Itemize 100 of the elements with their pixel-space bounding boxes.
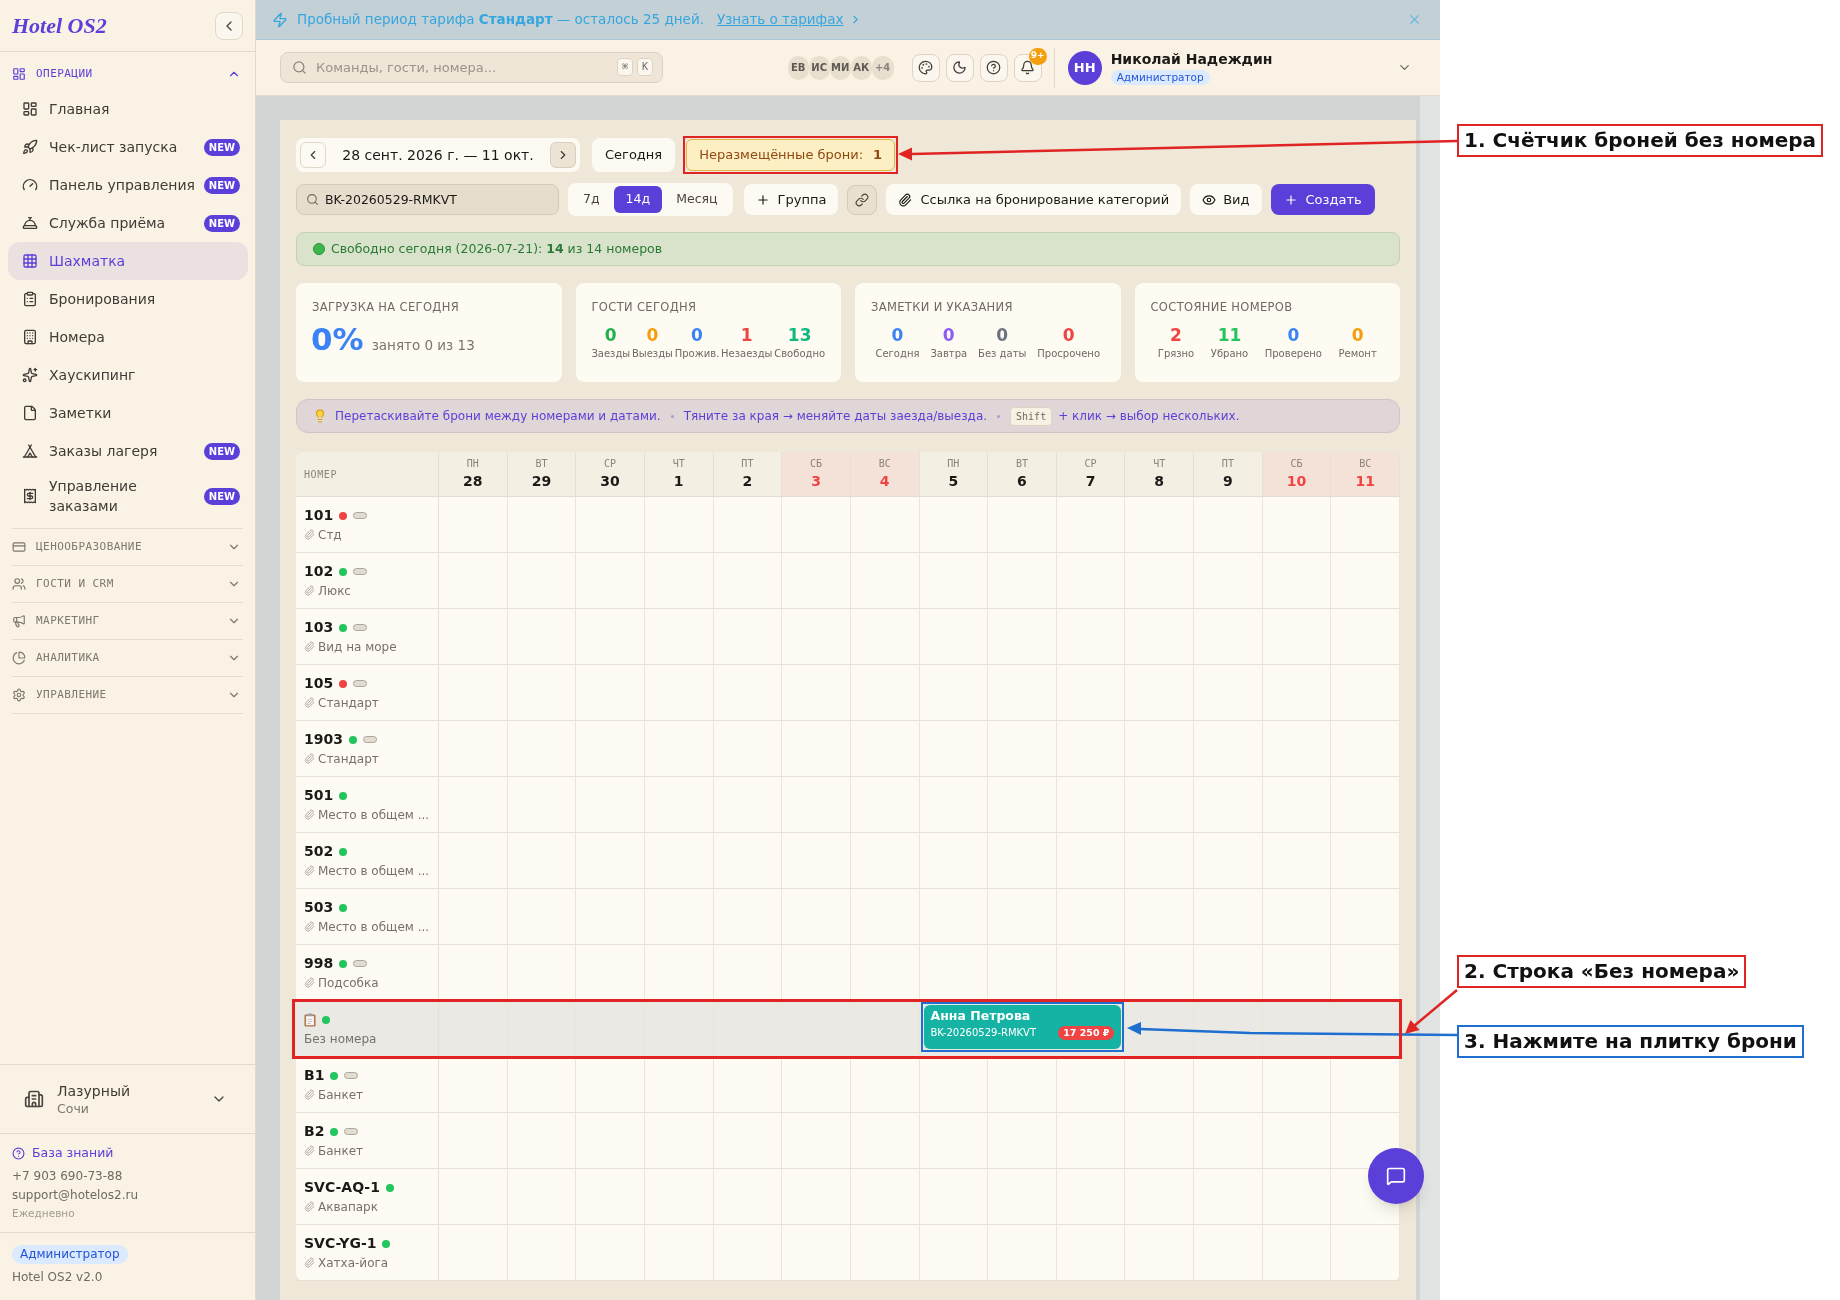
availability-text: Свободно сегодня (2026-07-21): 14 из 14 номеров bbox=[331, 239, 663, 258]
stat-value: 11 bbox=[1217, 325, 1242, 346]
hint-text: Перетаскивайте брони между номерами и датами. bbox=[335, 408, 661, 425]
support-hours: Ежедневно bbox=[12, 1206, 75, 1221]
room-category: Стандарт bbox=[318, 694, 379, 712]
room-number: 101 bbox=[304, 506, 334, 525]
today-button[interactable]: Сегодня bbox=[592, 138, 676, 172]
room-number: 503 bbox=[304, 898, 334, 917]
nav-item[interactable]: Главная bbox=[8, 90, 248, 128]
category-link-button[interactable]: Ссылка на бронирование категорий bbox=[886, 184, 1182, 215]
weekday-label: ПН bbox=[947, 457, 960, 471]
user-role-badge: Администратор bbox=[1110, 70, 1210, 85]
gauge-icon bbox=[22, 177, 38, 193]
weekday-label: ПТ bbox=[1221, 457, 1234, 471]
property-switcher[interactable]: Лазурный Сочи bbox=[0, 1064, 255, 1133]
paperclip-icon bbox=[304, 921, 315, 932]
dashboard-icon bbox=[22, 101, 38, 117]
room-category: Люкс bbox=[318, 582, 351, 600]
section-header[interactable]: ЦЕНООБРАЗОВАНИЕ bbox=[0, 529, 255, 565]
stat-label: Без даты bbox=[978, 347, 1027, 361]
paperclip-icon bbox=[304, 1201, 315, 1212]
link-button[interactable] bbox=[847, 184, 878, 215]
room-category: Вид на море bbox=[318, 638, 397, 656]
booking-search-field[interactable]: BK-20260529-RMKVT bbox=[296, 184, 559, 215]
view-button[interactable]: Вид bbox=[1190, 184, 1262, 215]
chat-icon bbox=[1386, 1166, 1406, 1186]
presence-avatar[interactable]: ИС bbox=[808, 55, 830, 80]
nav-item[interactable]: Хаускипинг bbox=[8, 356, 248, 394]
group-button[interactable]: Группа bbox=[743, 184, 839, 215]
pie-chart-icon bbox=[12, 651, 26, 665]
service-bell-icon bbox=[22, 215, 38, 231]
section-header[interactable]: АНАЛИТИКА bbox=[0, 640, 255, 676]
help-button[interactable] bbox=[979, 53, 1008, 82]
section-header[interactable]: ГОСТИ И CRM bbox=[0, 566, 255, 602]
section-header[interactable]: ОПЕРАЦИИ bbox=[0, 58, 255, 90]
new-badge: NEW bbox=[203, 487, 240, 505]
nav-item[interactable]: Панель управления NEW bbox=[8, 166, 248, 204]
room-number: B2 bbox=[304, 1122, 325, 1141]
day-number: 5 bbox=[948, 472, 959, 491]
room-number: 502 bbox=[304, 842, 334, 861]
callout-label: 2. Строка «Без номера» bbox=[1457, 955, 1747, 988]
nav-item[interactable]: Номера bbox=[8, 318, 248, 356]
room-category: Место в общем ... bbox=[318, 918, 430, 936]
booking-tile[interactable]: Анна Петрова BK-20260529-RMKVT 17 250 ₽ bbox=[923, 1005, 1122, 1049]
new-badge: NEW bbox=[203, 214, 240, 232]
stat-value: 2 bbox=[1170, 325, 1182, 346]
range-tab[interactable]: 14д bbox=[613, 186, 663, 213]
user-avatar[interactable]: НН bbox=[1067, 50, 1102, 85]
room-category: Аквапарк bbox=[318, 1198, 378, 1216]
clipboard-icon bbox=[304, 1012, 316, 1027]
new-badge: NEW bbox=[203, 176, 240, 194]
stat-value: 1 bbox=[740, 325, 753, 346]
stat-label: Свободно bbox=[774, 347, 826, 361]
weekday-label: СБ bbox=[810, 457, 823, 471]
weekday-label: СР bbox=[604, 457, 617, 471]
plus-icon bbox=[1283, 192, 1298, 207]
day-number: 1 bbox=[673, 472, 684, 491]
range-tab[interactable]: Месяц bbox=[664, 186, 730, 213]
app-logo: Hotel OS2 bbox=[12, 12, 107, 40]
nav-item[interactable]: Бронирования bbox=[8, 280, 248, 318]
stat-card-title: ЗАМЕТКИ И УКАЗАНИЯ bbox=[870, 300, 1013, 315]
nav-item[interactable]: Шахматка bbox=[8, 242, 248, 280]
next-button[interactable] bbox=[550, 142, 576, 168]
create-button[interactable]: Создать bbox=[1270, 184, 1375, 215]
day-number: 30 bbox=[600, 472, 620, 491]
nav-item[interactable]: Чек-лист запуска NEW bbox=[8, 128, 248, 166]
stat-label: Заезды bbox=[591, 347, 631, 361]
card-icon bbox=[12, 540, 26, 554]
room-category: Хатха-йога bbox=[318, 1254, 389, 1272]
nav-item[interactable]: Служба приёма NEW bbox=[8, 204, 248, 242]
weekday-label: ВТ bbox=[1015, 457, 1028, 471]
new-badge: NEW bbox=[203, 138, 240, 156]
unassigned-label: Без номера bbox=[304, 1030, 377, 1048]
hint-text: Тяните за края → меняйте даты заезда/выезда. bbox=[683, 408, 988, 425]
nav-item[interactable]: Заметки bbox=[8, 394, 248, 432]
nav-item[interactable]: Заказы лагеря NEW bbox=[8, 432, 248, 470]
presence-avatar[interactable]: АК bbox=[850, 55, 872, 80]
paperclip-icon bbox=[304, 641, 315, 652]
bell-icon bbox=[1020, 60, 1036, 75]
stat-label: Убрано bbox=[1210, 347, 1249, 361]
knowledge-base-link[interactable]: База знаний bbox=[12, 1143, 114, 1163]
dark-mode-button[interactable] bbox=[945, 53, 974, 82]
day-number: 3 bbox=[811, 472, 821, 491]
building-icon bbox=[24, 1089, 44, 1109]
stat-label: Просрочено bbox=[1037, 347, 1100, 361]
section-header[interactable]: МАРКЕТИНГ bbox=[0, 603, 255, 639]
day-number: 10 bbox=[1286, 472, 1307, 491]
section-header[interactable]: УПРАВЛЕНИЕ bbox=[0, 677, 255, 713]
paperclip-icon bbox=[304, 753, 315, 764]
nav-item[interactable]: Управление заказами NEW bbox=[8, 470, 248, 522]
stat-label: Грязно bbox=[1157, 347, 1195, 361]
grid-icon bbox=[22, 253, 38, 269]
theme-button[interactable] bbox=[911, 53, 940, 82]
presence-avatar[interactable]: ЕВ bbox=[787, 55, 809, 80]
moon-icon bbox=[952, 60, 968, 75]
room-number: 501 bbox=[304, 786, 334, 805]
presence-avatar[interactable]: МИ bbox=[829, 55, 851, 80]
range-tab[interactable]: 7д bbox=[571, 186, 612, 213]
unplaced-bookings-button[interactable]: Неразмещённые брони: 1 bbox=[686, 139, 896, 171]
room-column-header: НОМЕР bbox=[304, 469, 338, 480]
